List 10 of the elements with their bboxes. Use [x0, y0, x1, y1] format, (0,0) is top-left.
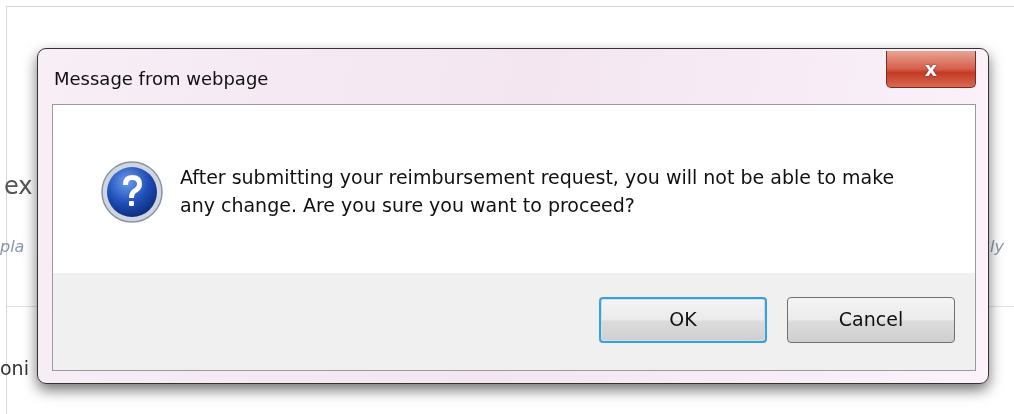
- message-text: After submitting your reimbursement request, you will not be able to make any change. Are you sure you want to proceed?: [180, 165, 896, 218]
- ok-button[interactable]: OK: [599, 296, 767, 343]
- close-button[interactable]: x: [886, 51, 976, 88]
- question-icon: [100, 160, 164, 224]
- page-text: oni: [0, 356, 29, 381]
- page-text: ly: [990, 236, 1004, 258]
- cancel-button[interactable]: Cancel: [787, 296, 955, 343]
- dialog-title: Message from webpage: [53, 67, 269, 91]
- page-text: ex: [4, 171, 33, 202]
- page-text: pla: [0, 236, 25, 258]
